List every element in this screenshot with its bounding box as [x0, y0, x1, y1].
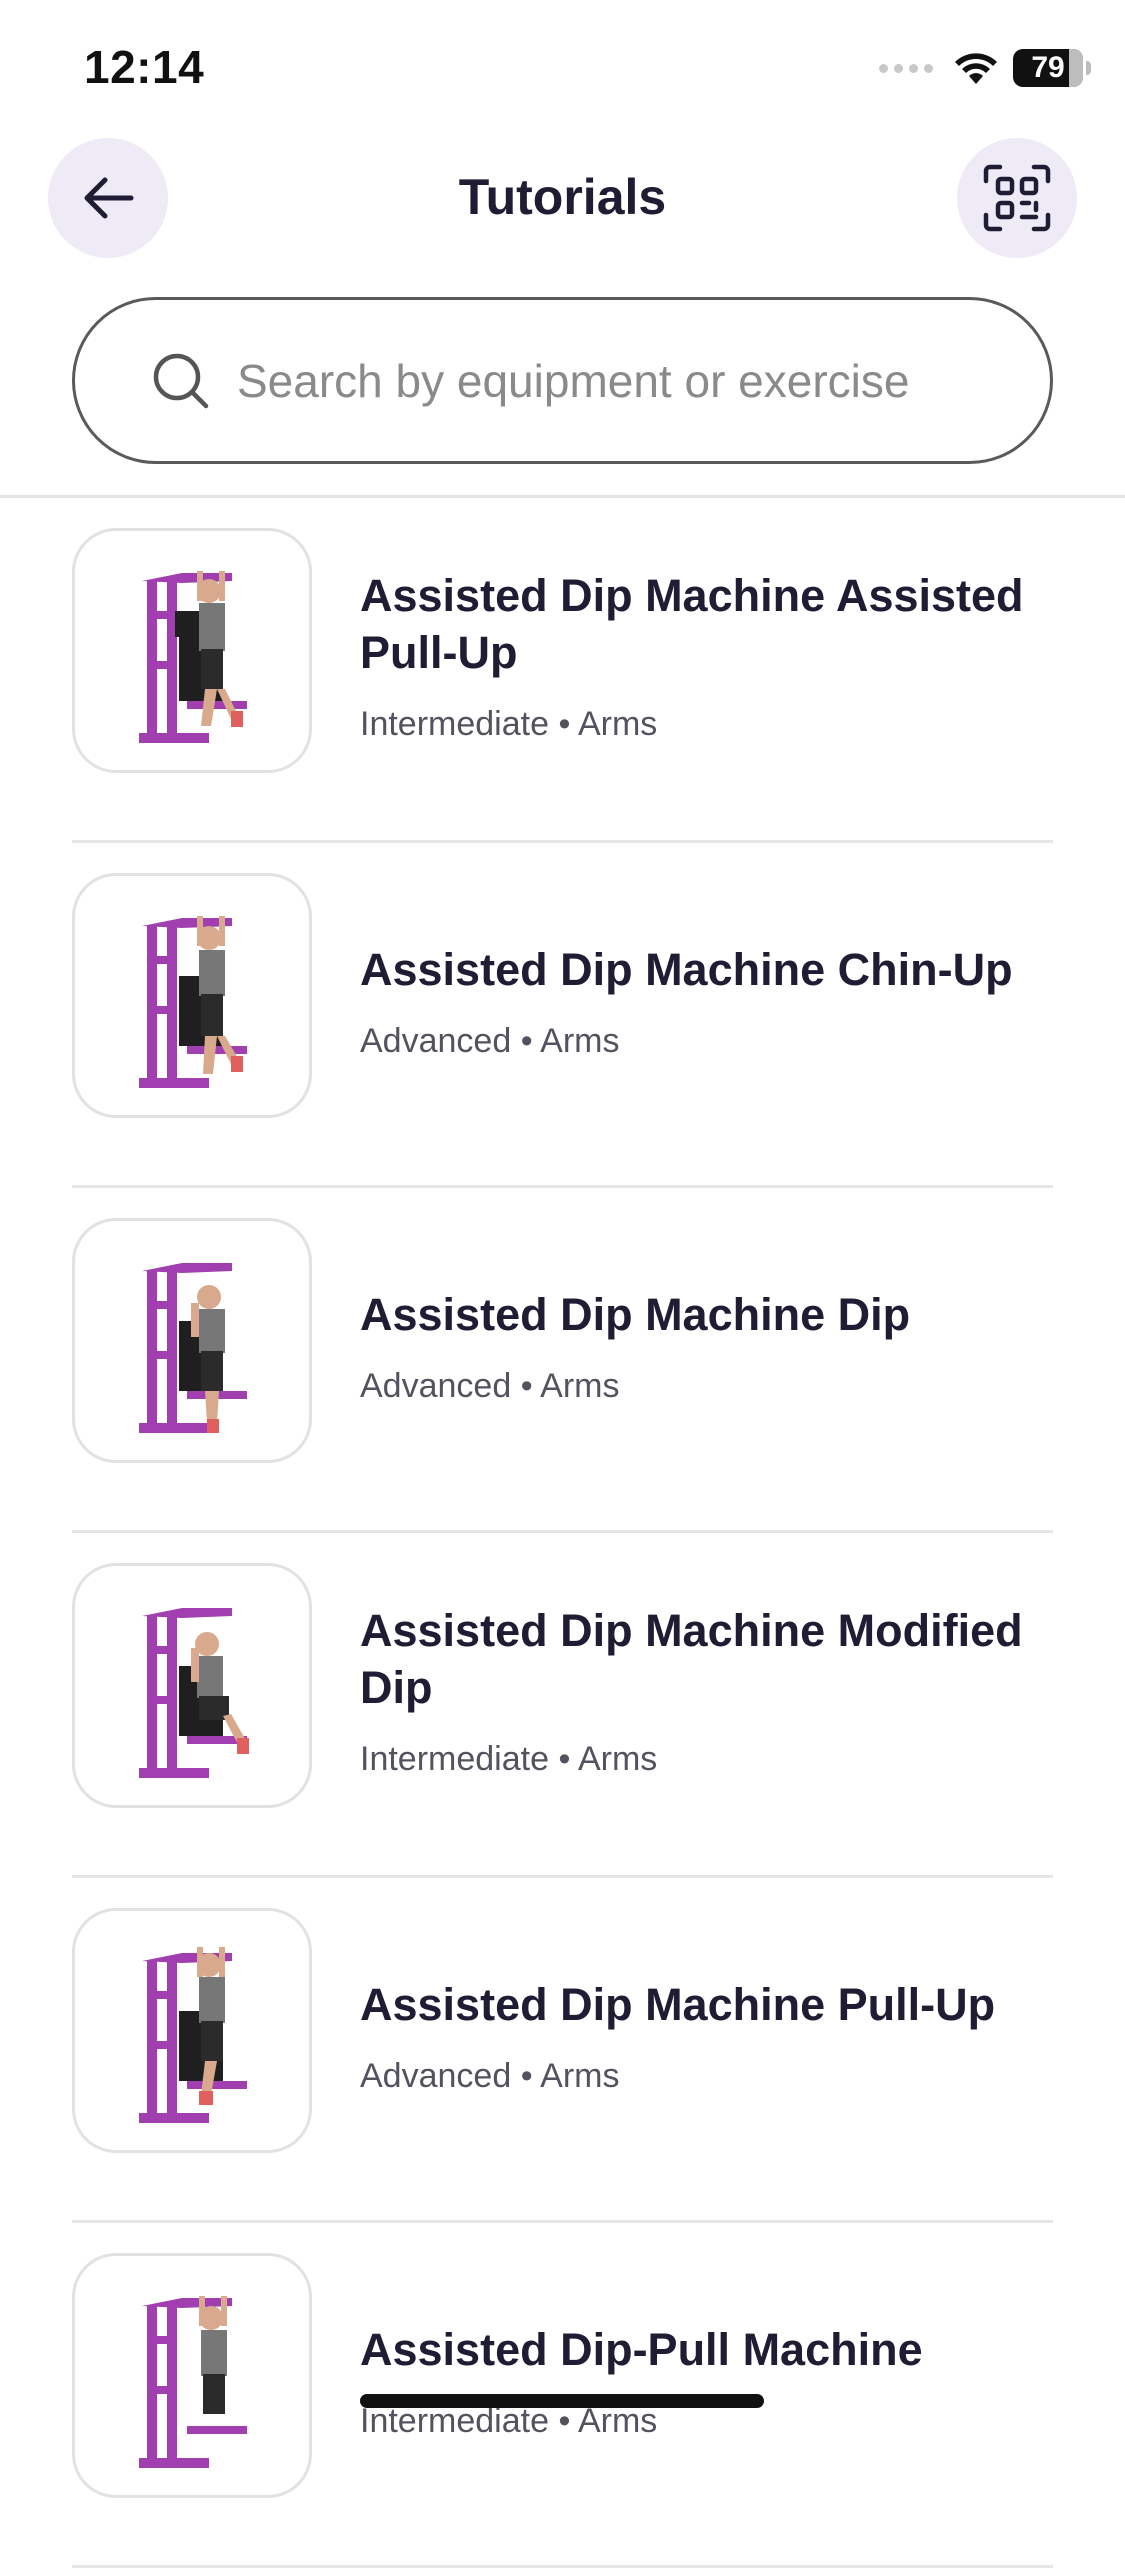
wifi-icon [955, 53, 997, 84]
search-input[interactable] [237, 353, 957, 408]
tutorial-title: Assisted Dip Machine Dip [360, 1288, 911, 1340]
tutorial-text: Assisted Dip Machine Assisted Pull-Up In… [360, 498, 1040, 813]
tutorial-title: Assisted Dip Machine Modified Dip [360, 1605, 1023, 1713]
exercise-thumbnail [72, 2253, 312, 2498]
exercise-thumbnail [72, 1908, 312, 2153]
tutorial-text: Assisted Dip Machine Pull-Up Advanced • … [360, 1878, 1040, 2193]
search-icon [153, 353, 209, 408]
tutorial-row[interactable]: Assisted Dip Machine Modified Dip Interm… [72, 1533, 1053, 1878]
meta-separator: • [520, 1021, 533, 1060]
search-box[interactable] [72, 297, 1053, 464]
assisted-dip-machine-image [139, 1946, 247, 2123]
cellular-signal-icon [879, 63, 933, 73]
exercise-thumbnail [72, 1563, 312, 1808]
tutorial-row[interactable]: Assisted Dip Machine Assisted Pull-Up In… [72, 498, 1053, 843]
tutorial-list: Assisted Dip Machine Assisted Pull-Up In… [72, 498, 1053, 2568]
tutorial-row[interactable]: Assisted Dip Machine Chin-Up Advanced • … [72, 843, 1053, 1188]
tutorial-level: Advanced [360, 1021, 512, 1060]
tutorial-category: Arms [540, 1021, 620, 1060]
tutorial-level: Intermediate [360, 705, 549, 743]
tutorial-text: Assisted Dip Machine Modified Dip Interm… [360, 1533, 1040, 1848]
qr-scan-icon [983, 164, 1051, 232]
assisted-dip-machine-image [139, 915, 247, 1088]
tutorial-title: Assisted Dip Machine Chin-Up [360, 943, 1013, 995]
battery-icon: 79 [1013, 49, 1091, 87]
status-indicators: 79 [879, 46, 1091, 90]
meta-separator: • [520, 2056, 533, 2095]
tutorial-meta: Intermediate • Arms [360, 705, 1040, 744]
tutorial-title: Assisted Dip Machine Assisted Pull-Up [360, 570, 1024, 678]
tutorial-category: Arms [577, 705, 658, 743]
tutorial-row[interactable]: Assisted Dip Machine Pull-Up Advanced • … [72, 1878, 1053, 2223]
tutorial-text: Assisted Dip Machine Chin-Up Advanced • … [360, 843, 1040, 1158]
assisted-dip-machine-image [139, 1262, 247, 1433]
tutorial-meta: Advanced • Arms [360, 1367, 1040, 1406]
home-indicator [360, 2394, 764, 2408]
tutorial-meta: Advanced • Arms [360, 1022, 1040, 1061]
tutorial-level: Intermediate [360, 1740, 549, 1778]
battery-level: 79 [1031, 51, 1065, 84]
exercise-thumbnail [72, 1218, 312, 1463]
exercise-thumbnail [72, 528, 312, 773]
tutorial-title: Assisted Dip-Pull Machine [360, 2323, 923, 2375]
tutorial-category: Arms [540, 1366, 620, 1405]
tutorial-category: Arms [577, 1740, 658, 1778]
assisted-dip-machine-image [139, 1607, 249, 1778]
nav-bar: Tutorials [0, 130, 1125, 270]
meta-separator: • [520, 1366, 533, 1405]
tutorial-text: Assisted Dip-Pull Machine Intermediate •… [360, 2223, 1040, 2538]
search-bar [72, 297, 1053, 464]
status-bar: 12:14 79 [0, 0, 1125, 130]
tutorial-meta: Advanced • Arms [360, 2057, 1040, 2096]
qr-scan-button[interactable] [957, 138, 1077, 258]
tutorial-level: Advanced [360, 1366, 512, 1405]
tutorial-text: Assisted Dip Machine Dip Advanced • Arms [360, 1188, 1040, 1503]
tutorial-row[interactable]: Assisted Dip Machine Dip Advanced • Arms [72, 1188, 1053, 1533]
meta-separator: • [558, 1740, 571, 1778]
tutorial-category: Arms [540, 2056, 620, 2095]
status-time: 12:14 [84, 41, 205, 93]
assisted-dip-pull-machine-image [139, 2295, 247, 2468]
tutorial-level: Advanced [360, 2056, 512, 2095]
meta-separator: • [558, 705, 571, 743]
assisted-dip-machine-image [139, 570, 247, 743]
exercise-thumbnail [72, 873, 312, 1118]
tutorial-title: Assisted Dip Machine Pull-Up [360, 1978, 996, 2030]
tutorial-meta: Intermediate • Arms [360, 1740, 1040, 1779]
